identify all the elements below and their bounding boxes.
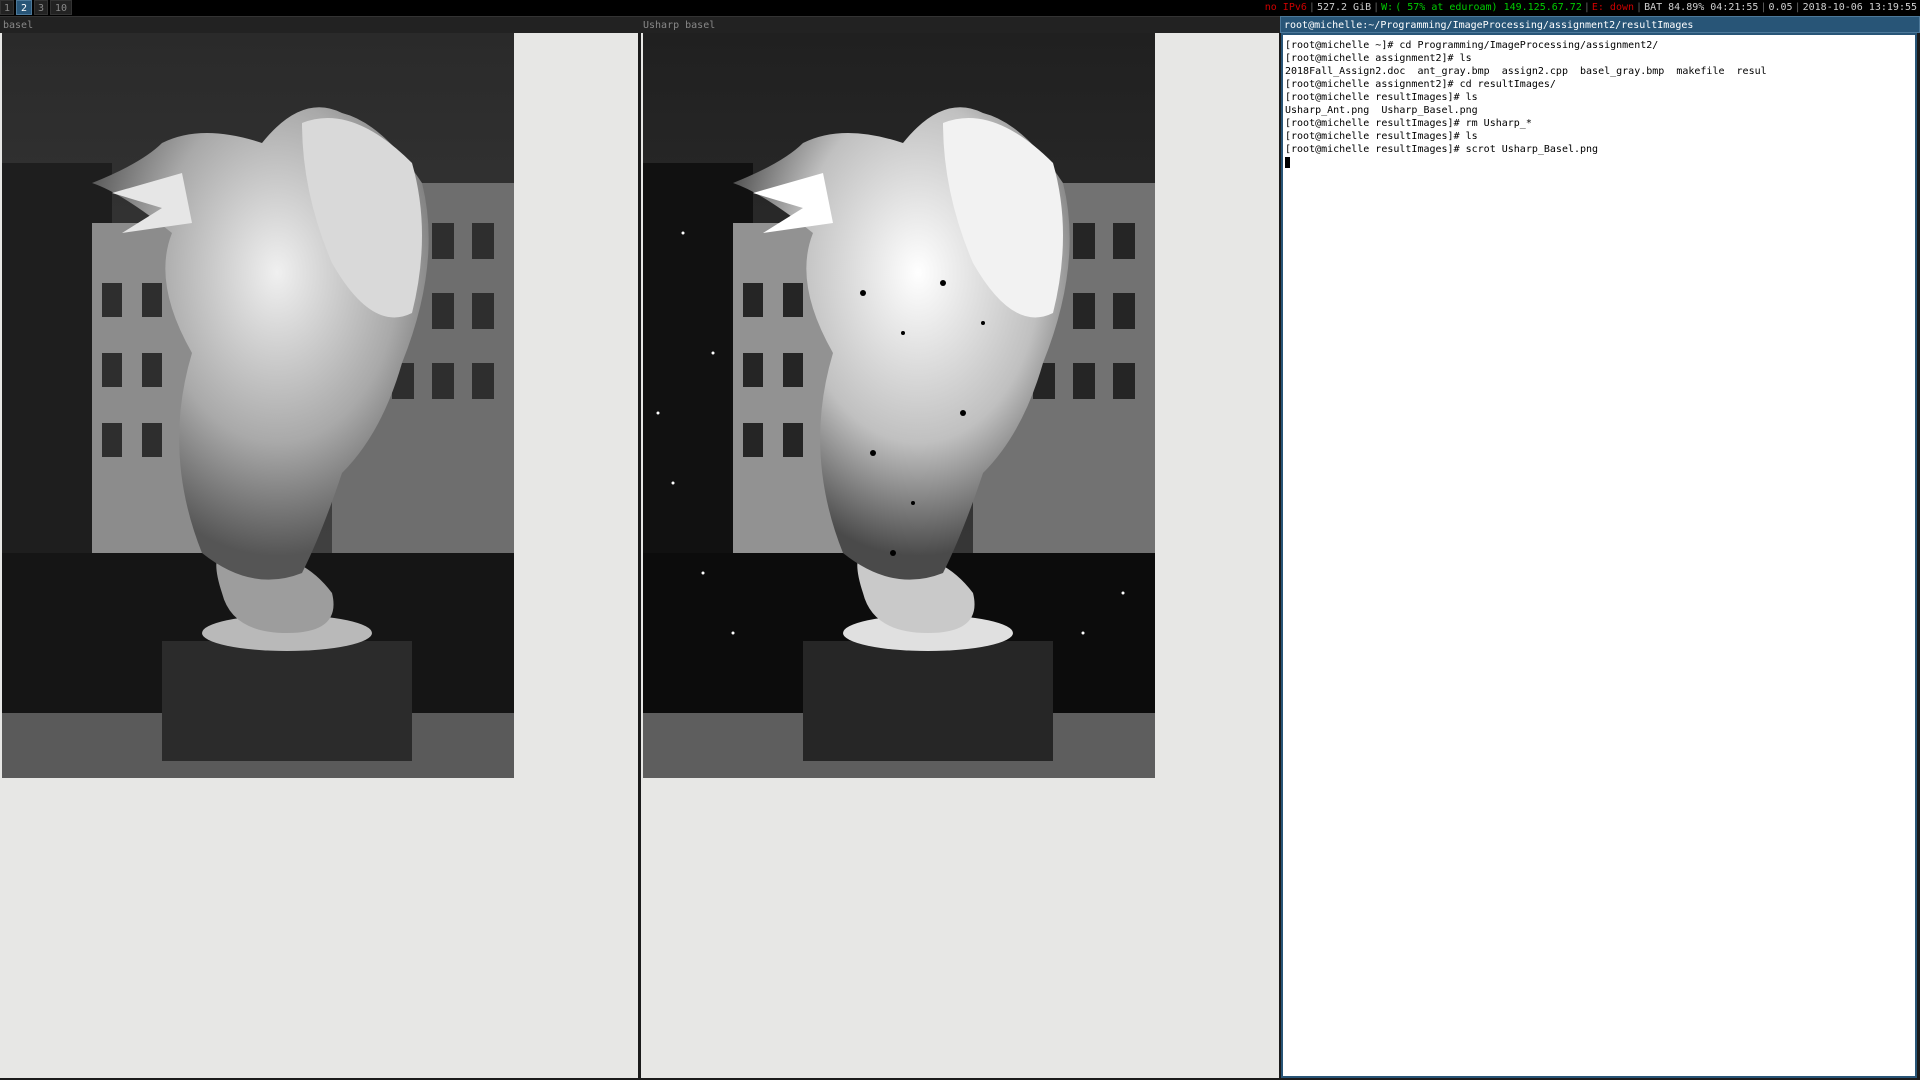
i3-status-bar: 1 2 3 10 no IPv6 | 527.2 GiB | W:( 57% at ed… [0,0,1920,16]
datetime-status: 2018-10-06 13:19:55 [1802,2,1917,13]
window-title-basel[interactable]: basel [0,16,640,33]
disk-status: 527.2 GiB [1316,2,1372,13]
terminal-line: [root@michelle resultImages]# rm Usharp_… [1285,118,1532,129]
status-line: no IPv6 | 527.2 GiB | W:( 57% at eduroam) 14… [1264,2,1917,13]
terminal-line: [root@michelle resultImages]# ls [1285,131,1478,142]
load-status: 0.05 [1768,2,1793,13]
wifi-status: ( 57% at eduroam) 149.125.67.72 [1395,2,1582,13]
window-title-usharp-basel[interactable]: Usharp basel [640,16,1280,33]
workspace-10-button[interactable]: 10 [50,0,72,15]
workspace-2-button[interactable]: 2 [16,0,32,15]
image-viewer-usharp-basel[interactable] [641,33,1279,1078]
terminal-line: 2018Fall_Assign2.doc ant_gray.bmp assign… [1285,66,1767,77]
terminal-line: [root@michelle assignment2]# cd resultIm… [1285,79,1556,90]
basel-gargoyle-photo [2,33,514,778]
image-viewer-basel[interactable] [0,33,638,1078]
terminal-line: Usharp_Ant.png Usharp_Basel.png [1285,105,1478,116]
window-title-terminal[interactable]: root@michelle:~/Programming/ImageProcess… [1280,16,1920,33]
terminal-cursor [1285,156,1290,168]
workspace-1-button[interactable]: 1 [0,0,14,15]
workspace-3-button[interactable]: 3 [34,0,48,15]
ipv6-status: no IPv6 [1264,2,1307,13]
terminal-line: [root@michelle ~]# cd Programming/ImageP… [1285,40,1659,51]
terminal-line: [root@michelle resultImages]# scrot Usha… [1285,144,1599,155]
ethernet-status: E: down [1591,2,1635,13]
terminal-window[interactable]: [root@michelle ~]# cd Programming/ImageP… [1281,33,1917,1078]
battery-status: BAT 84.89% 04:21:55 [1644,2,1759,13]
terminal-prompt-line[interactable] [1285,156,1915,169]
usharp-basel-gargoyle-photo [643,33,1155,778]
wifi-label: W: [1381,2,1394,13]
terminal-line: [root@michelle resultImages]# ls [1285,92,1478,103]
terminal-line: [root@michelle assignment2]# ls [1285,53,1472,64]
